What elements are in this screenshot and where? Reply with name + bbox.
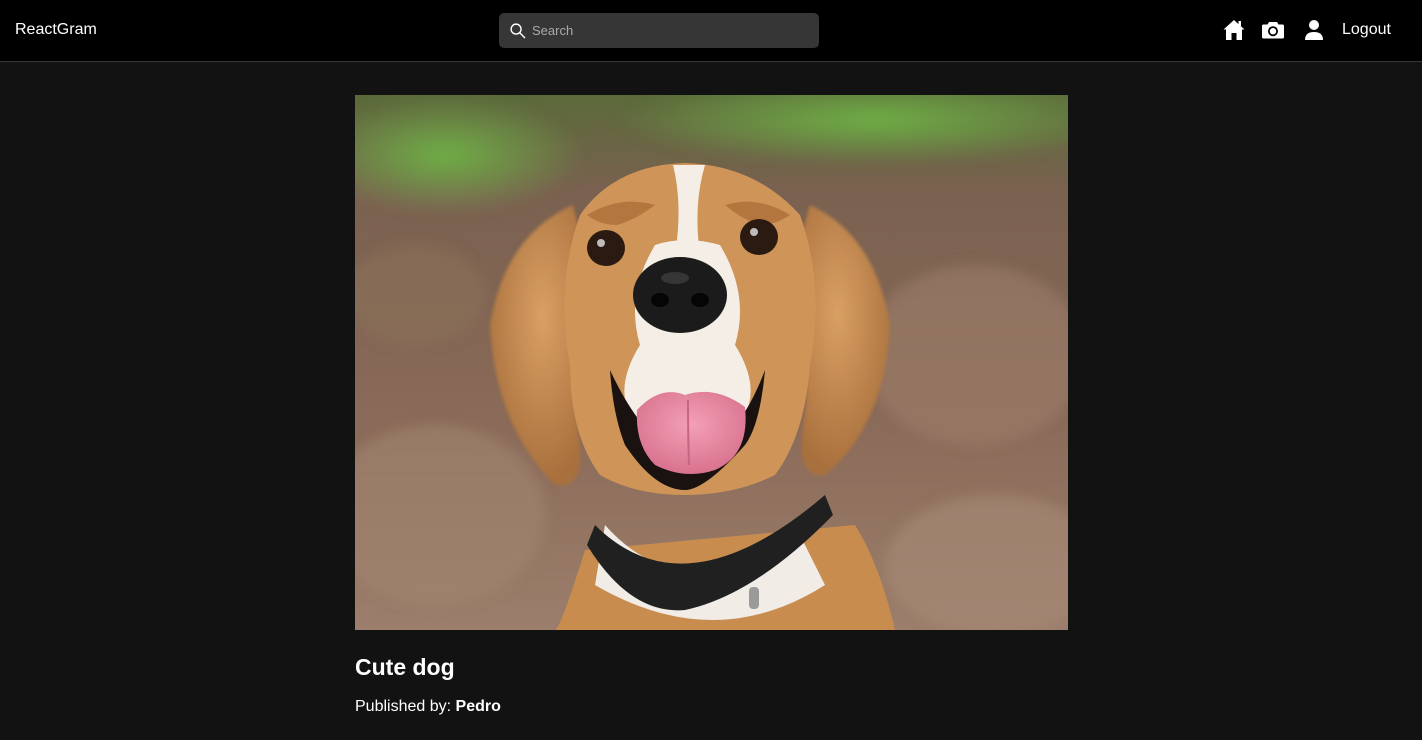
published-label: Published by: (355, 698, 452, 715)
photo-image (355, 95, 1068, 630)
brand-logo-link[interactable]: ReactGram (15, 20, 97, 40)
user-icon[interactable] (1302, 18, 1326, 42)
logout-button[interactable]: Logout (1342, 20, 1391, 40)
navbar: ReactGram Logout (0, 0, 1422, 62)
photo-title: Cute dog (355, 654, 455, 680)
camera-icon[interactable] (1261, 18, 1285, 42)
search-icon (510, 23, 526, 39)
author-name[interactable]: Pedro (456, 698, 501, 715)
beagle-dog-photo (355, 95, 1068, 630)
home-icon[interactable] (1222, 18, 1246, 42)
search-input[interactable] (532, 13, 812, 48)
search-form (499, 13, 819, 48)
published-by: Published by: Pedro (355, 697, 501, 717)
